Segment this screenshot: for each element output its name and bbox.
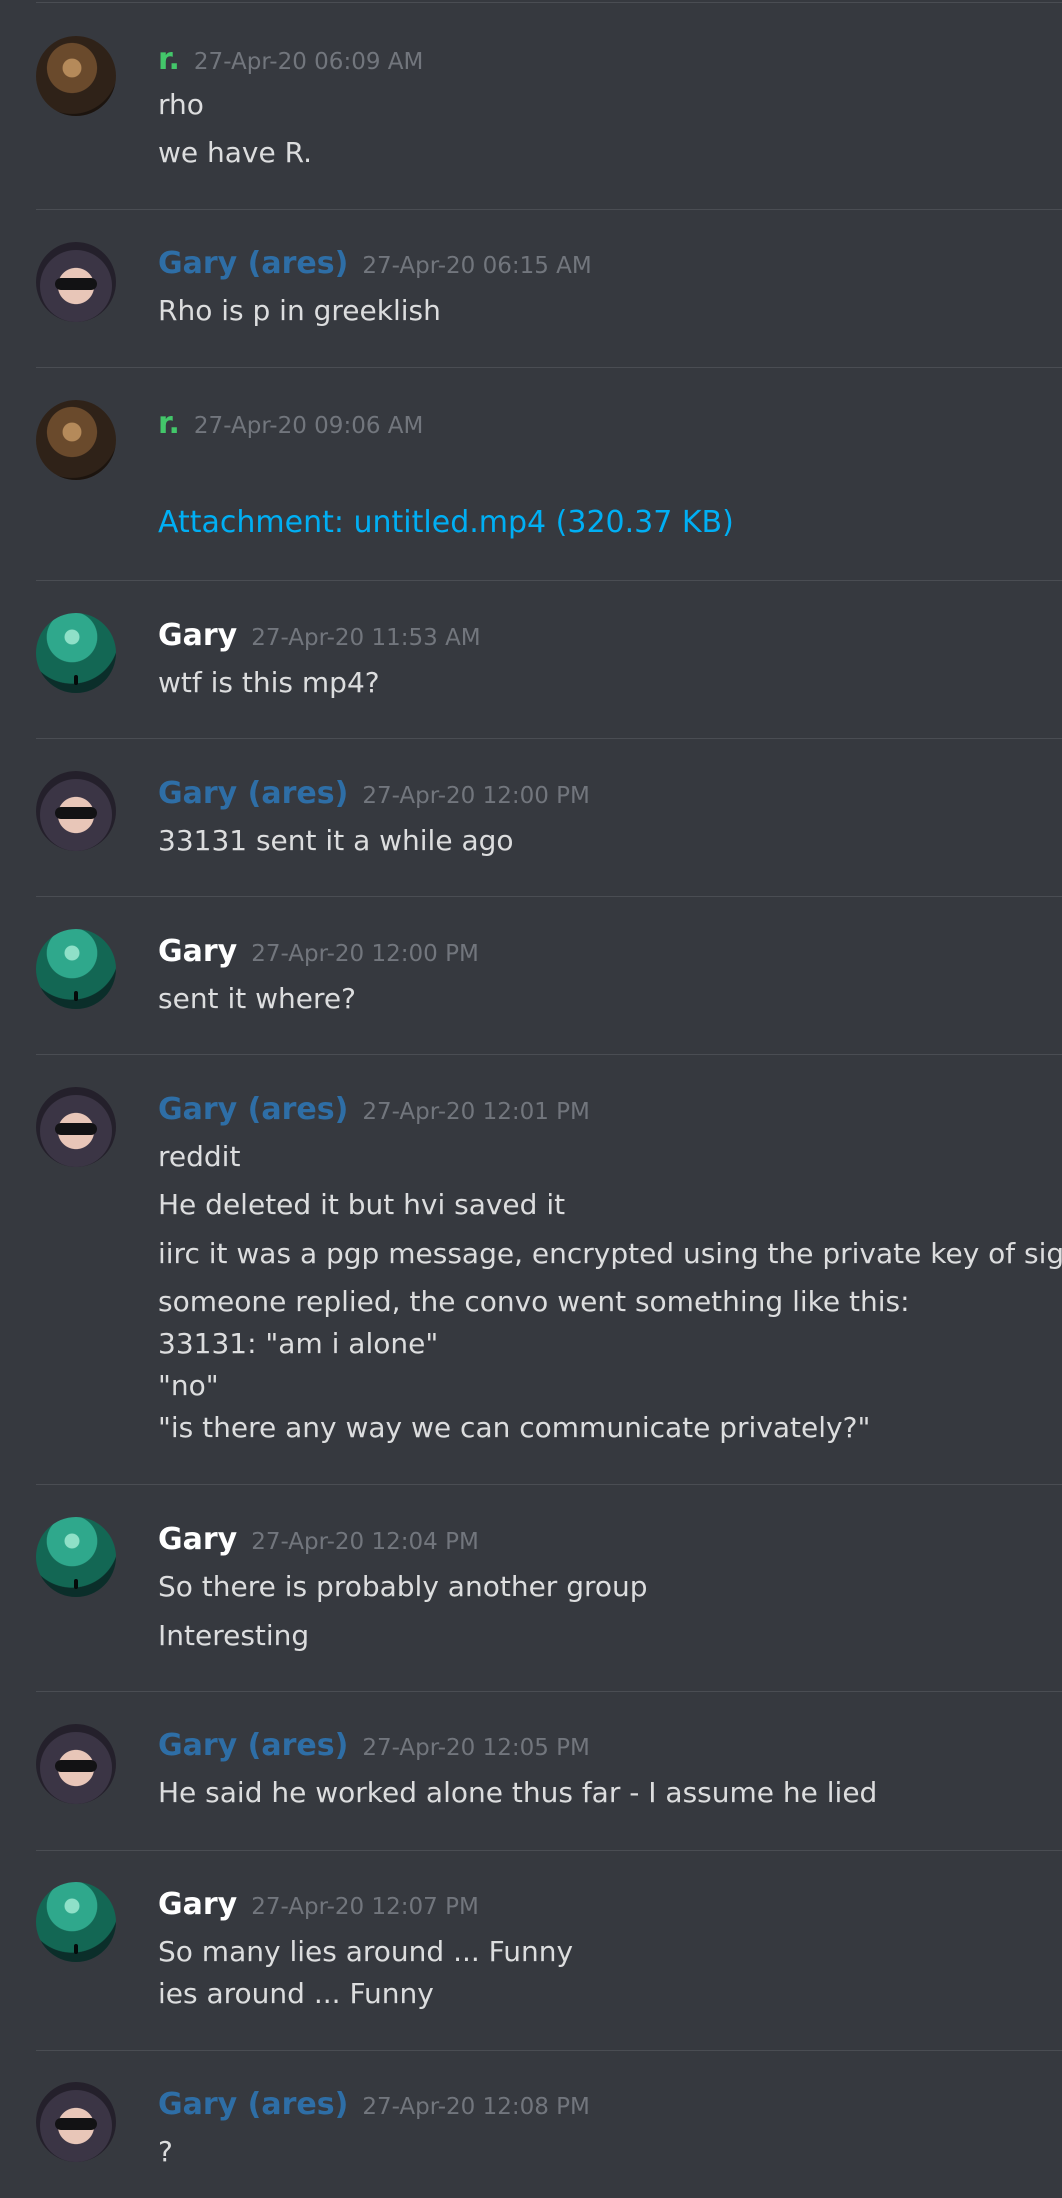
message-text: ies around ... Funny (158, 1977, 434, 2010)
attachment-link[interactable]: Attachment: untitled.mp4 (320.37 KB) (158, 505, 734, 540)
author-name[interactable]: Gary (158, 1522, 237, 1557)
message-divider (36, 2050, 1062, 2051)
message-divider (36, 738, 1062, 739)
message-text: "no" (158, 1369, 219, 1402)
message-text: Interesting (158, 1619, 310, 1652)
figure-icon (74, 1944, 78, 1954)
message-header: Gary 27-Apr-20 12:04 PM (158, 1522, 479, 1557)
author-name[interactable]: r. (158, 42, 180, 77)
figure-icon (74, 1579, 78, 1589)
avatar[interactable] (36, 2082, 116, 2162)
message-divider (36, 896, 1062, 897)
timestamp: 27-Apr-20 06:15 AM (362, 253, 592, 279)
message-header: r. 27-Apr-20 06:09 AM (158, 42, 423, 77)
chat-log: r. 27-Apr-20 06:09 AM rho we have R. Gary… (0, 0, 1062, 2198)
message-divider (36, 1484, 1062, 1485)
message-divider (36, 209, 1062, 210)
avatar[interactable] (36, 1087, 116, 1167)
avatar[interactable] (36, 1882, 116, 1962)
message-divider (36, 2, 1062, 3)
avatar[interactable] (36, 613, 116, 693)
avatar[interactable] (36, 242, 116, 322)
timestamp: 27-Apr-20 12:07 PM (251, 1894, 479, 1920)
author-name[interactable]: Gary (158, 934, 237, 969)
message-text: reddit (158, 1140, 241, 1173)
timestamp: 27-Apr-20 12:04 PM (251, 1529, 479, 1555)
message-divider (36, 1691, 1062, 1692)
message-divider (36, 1054, 1062, 1055)
message-text: someone replied, the convo went somethin… (158, 1285, 910, 1318)
avatar[interactable] (36, 929, 116, 1009)
author-name[interactable]: Gary (ares) (158, 1728, 348, 1763)
message-header: Gary (ares) 27-Apr-20 12:05 PM (158, 1728, 590, 1763)
timestamp: 27-Apr-20 12:05 PM (362, 1735, 590, 1761)
author-name[interactable]: r. (158, 406, 180, 441)
avatar[interactable] (36, 36, 116, 116)
sunglasses-icon (55, 807, 97, 819)
timestamp: 27-Apr-20 09:06 AM (193, 413, 424, 439)
message-header: Gary (ares) 27-Apr-20 12:00 PM (158, 776, 590, 811)
message-header: Gary 27-Apr-20 12:00 PM (158, 934, 479, 969)
message-header: Gary (ares) 27-Apr-20 12:08 PM (158, 2087, 590, 2122)
sunglasses-icon (55, 2118, 97, 2130)
message-text: "is there any way we can communicate pri… (158, 1411, 871, 1444)
message-text: Rho is p in greeklish (158, 294, 441, 327)
message-header: Gary (ares) 27-Apr-20 12:01 PM (158, 1092, 590, 1127)
message-text: 33131 sent it a while ago (158, 824, 514, 857)
message-divider (36, 367, 1062, 368)
message-text: So many lies around ... Funny (158, 1935, 574, 1968)
timestamp: 27-Apr-20 12:00 PM (251, 941, 479, 967)
timestamp: 27-Apr-20 06:09 AM (193, 49, 424, 75)
author-name[interactable]: Gary (158, 618, 237, 653)
author-name[interactable]: Gary (158, 1887, 237, 1922)
message-header: Gary (ares) 27-Apr-20 06:15 AM (158, 246, 592, 281)
figure-icon (74, 675, 78, 685)
figure-icon (74, 991, 78, 1001)
message-text: He said he worked alone thus far - I ass… (158, 1776, 878, 1809)
sunglasses-icon (55, 278, 97, 290)
message-text: iirc it was a pgp message, encrypted usi… (158, 1237, 1062, 1270)
message-divider (36, 580, 1062, 581)
avatar[interactable] (36, 1724, 116, 1804)
message-text: we have R. (158, 136, 312, 169)
author-name[interactable]: Gary (ares) (158, 1092, 348, 1127)
message-header: Gary 27-Apr-20 11:53 AM (158, 618, 481, 653)
message-text: 33131: "am i alone" (158, 1327, 439, 1360)
message-text: ? (158, 2135, 173, 2168)
message-header: r. 27-Apr-20 09:06 AM (158, 406, 423, 441)
avatar[interactable] (36, 771, 116, 851)
message-text: rho (158, 88, 204, 121)
avatar[interactable] (36, 1517, 116, 1597)
author-name[interactable]: Gary (ares) (158, 246, 348, 281)
message-text: So there is probably another group (158, 1570, 648, 1603)
message-text: He deleted it but hvi saved it (158, 1188, 566, 1221)
author-name[interactable]: Gary (ares) (158, 776, 348, 811)
sunglasses-icon (55, 1760, 97, 1772)
message-text: sent it where? (158, 982, 356, 1015)
timestamp: 27-Apr-20 11:53 AM (251, 625, 481, 651)
message-text: wtf is this mp4? (158, 666, 380, 699)
message-header: Gary 27-Apr-20 12:07 PM (158, 1887, 479, 1922)
sunglasses-icon (55, 1123, 97, 1135)
author-name[interactable]: Gary (ares) (158, 2087, 348, 2122)
timestamp: 27-Apr-20 12:00 PM (362, 783, 590, 809)
timestamp: 27-Apr-20 12:01 PM (362, 1099, 590, 1125)
avatar[interactable] (36, 400, 116, 480)
timestamp: 27-Apr-20 12:08 PM (362, 2094, 590, 2120)
message-divider (36, 1850, 1062, 1851)
